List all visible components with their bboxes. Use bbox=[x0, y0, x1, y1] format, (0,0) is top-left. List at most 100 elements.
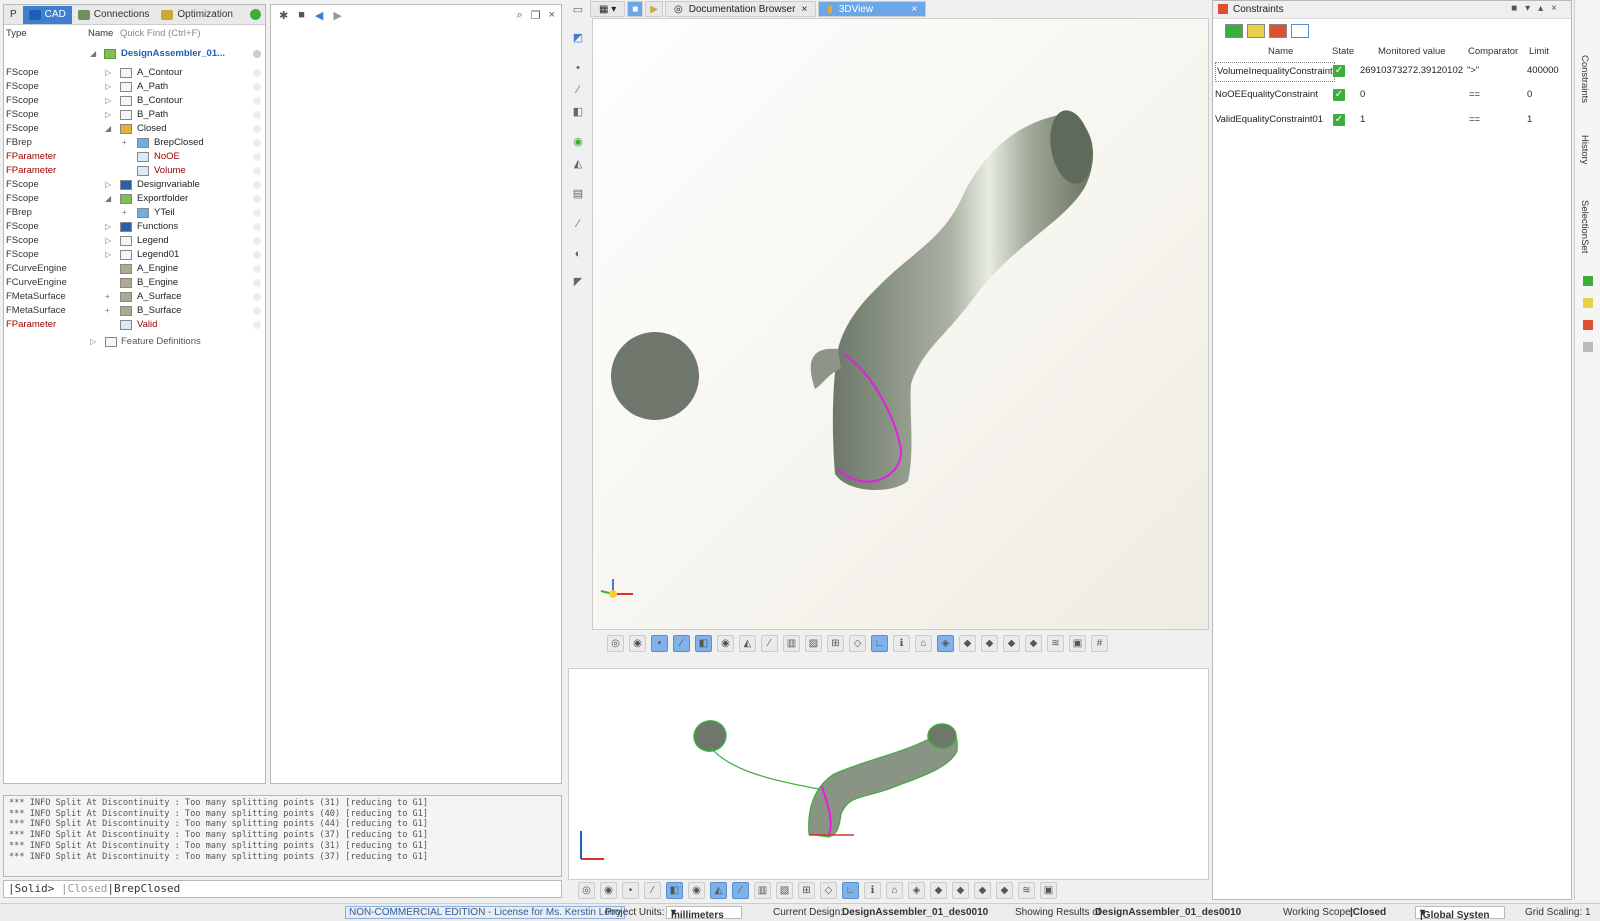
front-view-icon[interactable]: ◆ bbox=[930, 881, 947, 899]
tab-3dview[interactable]: ▮ 3DView × bbox=[818, 1, 927, 17]
collapse-icon[interactable]: ◢ bbox=[90, 47, 96, 61]
tab-cad[interactable]: CAD bbox=[22, 5, 72, 24]
command-line-input[interactable]: |Solid> |Closed|BrepClosed bbox=[3, 880, 562, 898]
visibility-icon[interactable] bbox=[253, 97, 261, 105]
visibility-icon[interactable] bbox=[253, 321, 261, 329]
column-monitored-value[interactable]: Monitored value bbox=[1378, 46, 1446, 57]
expand-icon[interactable]: + bbox=[122, 206, 127, 220]
solid-mode-icon[interactable]: ◉ bbox=[717, 634, 734, 652]
expand-icon[interactable]: ▷ bbox=[105, 108, 111, 122]
tree-row[interactable]: FScope ▷ Designvariable bbox=[4, 178, 265, 192]
visibility-icon[interactable] bbox=[253, 223, 261, 231]
layout-button[interactable]: ▦ ▾ bbox=[590, 1, 626, 17]
zoom-icon[interactable]: ◉ bbox=[600, 881, 617, 899]
stop-icon[interactable]: ■ bbox=[298, 9, 305, 22]
expand-icon[interactable]: ▷ bbox=[105, 66, 111, 80]
visibility-icon[interactable] bbox=[253, 237, 261, 245]
expand-icon[interactable]: ▷ bbox=[105, 234, 111, 248]
info-icon[interactable]: ℹ bbox=[864, 881, 881, 899]
expand-icon[interactable]: ◢ bbox=[105, 122, 111, 136]
visibility-icon[interactable] bbox=[253, 153, 261, 161]
tree-row[interactable]: FScope ▷ A_Contour bbox=[4, 66, 265, 80]
tree-row[interactable]: FScope ◢ Exportfolder bbox=[4, 192, 265, 206]
filter-all-button[interactable] bbox=[1291, 24, 1309, 38]
curve-icon[interactable]: ∕ bbox=[572, 84, 584, 96]
shield-icon[interactable]: ◇ bbox=[849, 634, 866, 652]
back-icon[interactable]: ◀ bbox=[315, 9, 323, 22]
dock-tab-selectionset[interactable]: SelectionSet bbox=[1579, 200, 1590, 253]
status-red-icon[interactable] bbox=[1583, 320, 1593, 330]
visibility-icon[interactable] bbox=[253, 139, 261, 147]
clip-icon[interactable]: ▧ bbox=[776, 881, 793, 899]
visibility-icon[interactable] bbox=[253, 125, 261, 133]
expand-icon[interactable]: + bbox=[105, 290, 110, 304]
filter-icon[interactable]: ◤ bbox=[572, 276, 584, 288]
tree-row[interactable]: FScope ▷ Functions bbox=[4, 220, 265, 234]
visibility-icon[interactable] bbox=[253, 307, 261, 315]
dock-tab-history[interactable]: History bbox=[1579, 135, 1590, 165]
forward-icon[interactable]: ▶ bbox=[333, 9, 341, 22]
secondary-viewport[interactable] bbox=[568, 668, 1209, 880]
info-icon[interactable]: ℹ bbox=[893, 634, 910, 652]
tree-row[interactable]: FScope ▷ Legend bbox=[4, 234, 265, 248]
lock-icon[interactable]: ⌂ bbox=[886, 881, 903, 899]
zoom-icon[interactable]: ◉ bbox=[629, 634, 646, 652]
copy-icon[interactable]: ❐ bbox=[531, 9, 541, 22]
grid-snap-icon[interactable]: ⊞ bbox=[798, 881, 815, 899]
window-controls[interactable]: ■▾▴× bbox=[1511, 3, 1565, 14]
tab-optimization[interactable]: Optimization bbox=[155, 6, 239, 24]
zoom-fit-icon[interactable]: ◎ bbox=[607, 634, 624, 652]
tree-row[interactable]: FScope ▷ B_Contour bbox=[4, 94, 265, 108]
measure-icon[interactable]: ⁄ bbox=[572, 218, 584, 230]
help-icon[interactable] bbox=[253, 50, 261, 58]
camera-icon[interactable]: ▣ bbox=[1040, 881, 1057, 899]
view-cube-icon[interactable]: ◈ bbox=[937, 634, 954, 652]
render-icon[interactable]: ≋ bbox=[1018, 881, 1035, 899]
tree-row[interactable]: FCurveEngine A_Engine bbox=[4, 262, 265, 276]
tab-documentation-browser[interactable]: ◎ Documentation Browser × bbox=[665, 1, 817, 17]
surface-mode-icon[interactable]: ◧ bbox=[695, 634, 712, 652]
expand-icon[interactable]: ▷ bbox=[105, 220, 111, 234]
mesh-icon[interactable]: ◭ bbox=[572, 158, 584, 170]
visibility-icon[interactable] bbox=[253, 279, 261, 287]
shield-icon[interactable]: ◇ bbox=[820, 881, 837, 899]
feature-definitions-row[interactable]: ▷ Feature Definitions bbox=[4, 335, 265, 349]
section-icon[interactable]: ▥ bbox=[754, 881, 771, 899]
column-limit[interactable]: Limit bbox=[1529, 46, 1549, 57]
view-cube-icon[interactable]: ◈ bbox=[908, 881, 925, 899]
pipe-end-2[interactable] bbox=[927, 723, 957, 749]
iso-view-icon[interactable]: ◆ bbox=[1025, 634, 1042, 652]
close-icon[interactable]: × bbox=[801, 4, 807, 15]
table-row[interactable]: ValidEqualityConstraint01 ✓ 1 == 1 bbox=[1213, 108, 1571, 132]
tree-row[interactable]: FParameter Valid bbox=[4, 318, 265, 332]
mesh-mode-icon[interactable]: ◭ bbox=[739, 634, 756, 652]
system-select[interactable]: |Global Systen ▾ bbox=[1415, 906, 1505, 921]
grid-snap-icon[interactable]: ⊞ bbox=[827, 634, 844, 652]
section-icon[interactable]: ▥ bbox=[783, 634, 800, 652]
tree-row[interactable]: FBrep + YTeil bbox=[4, 206, 265, 220]
surface-icon[interactable]: ◧ bbox=[572, 106, 584, 118]
visibility-icon[interactable] bbox=[253, 265, 261, 273]
close-icon[interactable]: × bbox=[549, 9, 555, 22]
visibility-icon[interactable] bbox=[253, 293, 261, 301]
tab-p[interactable]: P bbox=[4, 6, 23, 24]
tree-row[interactable]: FScope ▷ Legend01 bbox=[4, 248, 265, 262]
engine-icon[interactable]: ▤ bbox=[572, 188, 584, 200]
grid-icon[interactable]: # bbox=[1091, 634, 1108, 652]
tree-row[interactable]: FScope ▷ B_Path bbox=[4, 108, 265, 122]
tree-row[interactable]: FScope ▷ A_Path bbox=[4, 80, 265, 94]
iso-view-icon[interactable]: ◆ bbox=[996, 881, 1013, 899]
visibility-icon[interactable] bbox=[253, 111, 261, 119]
column-type[interactable]: Type bbox=[6, 28, 27, 39]
axis-icon[interactable]: ∟ bbox=[871, 634, 888, 652]
side-view-icon[interactable]: ◆ bbox=[1003, 634, 1020, 652]
circle-profile[interactable] bbox=[611, 332, 699, 420]
expand-icon[interactable]: ▷ bbox=[105, 178, 111, 192]
tree-row[interactable]: FBrep + BrepClosed bbox=[4, 136, 265, 150]
expand-icon[interactable]: ◢ bbox=[105, 192, 111, 206]
run-button[interactable]: ▶ bbox=[645, 1, 663, 17]
tree-row[interactable]: FParameter Volume bbox=[4, 164, 265, 178]
top-view-icon[interactable]: ◆ bbox=[952, 881, 969, 899]
visibility-icon[interactable] bbox=[253, 251, 261, 259]
table-row[interactable]: VolumeInequalityConstraint ✓ 26910373272… bbox=[1213, 59, 1571, 83]
